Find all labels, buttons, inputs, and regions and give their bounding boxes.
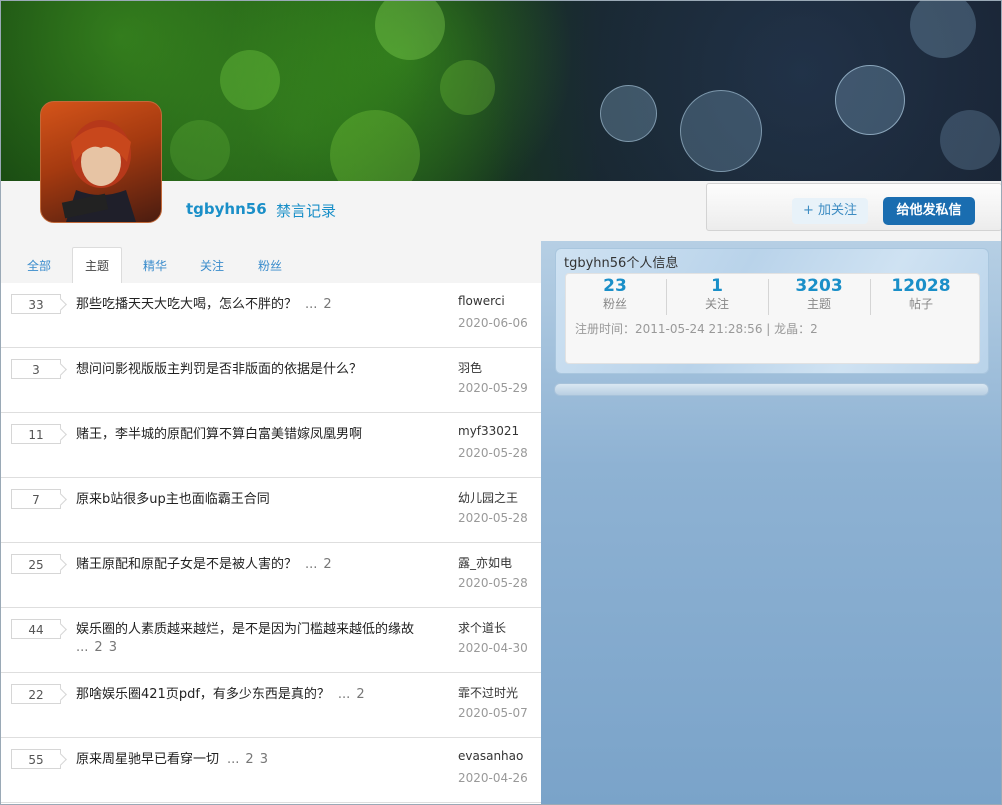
stat-fans-label: 粉丝 xyxy=(602,297,627,311)
tab-threads[interactable]: 主题 xyxy=(72,247,123,285)
reply-count: 7 xyxy=(11,489,61,509)
tab-bar: 全部 主题 精华 关注 粉丝 xyxy=(0,241,541,285)
thread-date: 2020-05-28 xyxy=(458,446,528,460)
reply-count: 22 xyxy=(11,684,61,704)
thread-date: 2020-05-28 xyxy=(458,511,528,525)
thread-title[interactable]: 赌王，李半城的原配们算不算白富美错嫁凤凰男啊 xyxy=(76,426,446,444)
thread-author[interactable]: myf33021 xyxy=(458,424,519,438)
thread-pages: ... 2 xyxy=(305,557,338,572)
thread-row: 3 想问问影视版版主判罚是否非版面的依据是什么？ 羽色 2020-05-29 xyxy=(0,348,541,413)
thread-date: 2020-06-06 xyxy=(458,316,528,330)
stat-posts-number[interactable]: 12028 xyxy=(871,276,971,296)
death-note-avatar-icon[interactable] xyxy=(40,101,162,223)
page-ellipsis: ... xyxy=(337,687,351,702)
thread-pages: ... 2 3 xyxy=(227,752,274,767)
thread-title[interactable]: 想问问影视版版主判罚是否非版面的依据是什么？ xyxy=(76,361,446,379)
reply-count: 55 xyxy=(11,749,61,769)
thread-pages: ... 2 xyxy=(305,297,338,312)
thread-author[interactable]: 羽色 xyxy=(458,359,482,376)
stat-threads-label: 主题 xyxy=(806,297,831,311)
page-link[interactable]: 2 xyxy=(356,687,364,702)
thread-row: 11 赌王，李半城的原配们算不算白富美错嫁凤凰男啊 myf33021 2020-… xyxy=(0,413,541,478)
reply-count: 3 xyxy=(11,359,61,379)
thread-title-text[interactable]: 赌王，李半城的原配们算不算白富美错嫁凤凰男啊 xyxy=(76,427,362,442)
stat-threads-number[interactable]: 3203 xyxy=(769,276,869,296)
thread-title[interactable]: 娱乐圈的人素质越来越烂，是不是因为门槛越来越低的缘故... 2 3 xyxy=(76,621,446,657)
page-link[interactable]: 3 xyxy=(109,640,117,655)
thread-date: 2020-04-30 xyxy=(458,641,528,655)
follow-button[interactable]: + 加关注 xyxy=(792,198,868,224)
thread-pages: ... 2 xyxy=(338,687,371,702)
thread-row: 25 赌王原配和原配子女是不是被人害的？... 2 露_亦如电 2020-05-2… xyxy=(0,543,541,608)
ban-record-link[interactable]: 禁言记录 xyxy=(276,200,336,221)
thread-date: 2020-05-07 xyxy=(458,706,528,720)
thread-title[interactable]: 原来周星驰早已看穿一切... 2 3 xyxy=(76,751,446,769)
page-ellipsis: ... xyxy=(76,640,89,655)
page-link[interactable]: 2 xyxy=(323,557,331,572)
thread-title-text[interactable]: 原来b站很多up主也面临霸王合同 xyxy=(76,492,270,507)
reply-count: 11 xyxy=(11,424,61,444)
thread-row: 55 原来周星驰早已看穿一切... 2 3 evasanhao 2020-04-26 xyxy=(0,738,541,803)
thread-title[interactable]: 原来b站很多up主也面临霸王合同 xyxy=(76,491,446,509)
tab-featured[interactable]: 精华 xyxy=(143,257,167,274)
tab-following[interactable]: 关注 xyxy=(200,257,224,274)
reply-count: 44 xyxy=(11,619,61,639)
thread-date: 2020-04-26 xyxy=(458,771,528,785)
thread-author[interactable]: evasanhao xyxy=(458,749,523,763)
thread-title[interactable]: 那啥娱乐圈421页pdf，有多少东西是真的？... 2 xyxy=(76,686,446,704)
stat-fans-number[interactable]: 23 xyxy=(565,276,665,296)
reply-count: 33 xyxy=(11,294,61,314)
page-ellipsis: ... xyxy=(305,297,318,312)
thread-list: 33 那些吃播天天大吃大喝，怎么不胖的？... 2 flowerci 2020-0… xyxy=(0,283,541,803)
reply-count: 25 xyxy=(11,554,61,574)
thread-author[interactable]: 幼儿园之王 xyxy=(458,489,518,506)
send-message-button[interactable]: 给他发私信 xyxy=(883,197,975,225)
thread-title-text[interactable]: 原来周星驰早已看穿一切 xyxy=(76,752,219,767)
tab-fans[interactable]: 粉丝 xyxy=(258,257,282,274)
thread-title[interactable]: 赌王原配和原配子女是不是被人害的？... 2 xyxy=(76,556,446,574)
sidebar-empty-bar xyxy=(554,383,989,396)
thread-author[interactable]: flowerci xyxy=(458,294,505,308)
thread-author[interactable]: 露_亦如电 xyxy=(458,554,512,571)
thread-author[interactable]: 求个道长 xyxy=(458,619,506,636)
thread-date: 2020-05-28 xyxy=(458,576,528,590)
page-ellipsis: ... xyxy=(227,752,240,767)
thread-title-text[interactable]: 那些吃播天天大吃大喝，怎么不胖的？ xyxy=(76,297,297,312)
stat-posts-label: 帖子 xyxy=(908,297,933,311)
page-link[interactable]: 2 xyxy=(245,752,253,767)
user-info-title: tgbyhn56个人信息 xyxy=(564,256,679,271)
thread-title-text[interactable]: 赌王原配和原配子女是不是被人害的？ xyxy=(76,557,297,572)
username[interactable]: tgbyhn56 xyxy=(186,200,267,218)
stat-following-number[interactable]: 1 xyxy=(667,276,767,296)
thread-row: 7 原来b站很多up主也面临霸王合同 幼儿园之王 2020-05-28 xyxy=(0,478,541,543)
thread-row: 22 那啥娱乐圈421页pdf，有多少东西是真的？... 2 霏不过时光 2020… xyxy=(0,673,541,738)
stat-following[interactable]: 1 关注 xyxy=(667,276,767,312)
thread-author[interactable]: 霏不过时光 xyxy=(458,684,518,701)
page-ellipsis: ... xyxy=(305,557,318,572)
page-link[interactable]: 2 xyxy=(94,640,102,655)
page-link[interactable]: 3 xyxy=(260,752,268,767)
stat-posts[interactable]: 12028 帖子 xyxy=(871,276,971,312)
register-info: 注册时间：2011-05-24 21:28:56 | 龙晶：2 xyxy=(575,322,818,336)
page-link[interactable]: 2 xyxy=(323,297,331,312)
stat-following-label: 关注 xyxy=(704,297,729,311)
thread-title-text[interactable]: 想问问影视版版主判罚是否非版面的依据是什么？ xyxy=(76,362,362,377)
thread-title-text[interactable]: 娱乐圈的人素质越来越烂，是不是因为门槛越来越低的缘故 xyxy=(76,622,414,637)
tab-all[interactable]: 全部 xyxy=(27,257,51,274)
stat-fans[interactable]: 23 粉丝 xyxy=(565,276,665,312)
thread-pages: ... 2 3 xyxy=(76,639,446,657)
thread-title[interactable]: 那些吃播天天大吃大喝，怎么不胖的？... 2 xyxy=(76,296,446,314)
thread-title-text[interactable]: 那啥娱乐圈421页pdf，有多少东西是真的？ xyxy=(76,687,330,702)
thread-date: 2020-05-29 xyxy=(458,381,528,395)
thread-row: 44 娱乐圈的人素质越来越烂，是不是因为门槛越来越低的缘故... 2 3 求个道长 … xyxy=(0,608,541,673)
thread-row: 33 那些吃播天天大吃大喝，怎么不胖的？... 2 flowerci 2020-0… xyxy=(0,283,541,348)
stat-threads[interactable]: 3203 主题 xyxy=(769,276,869,312)
avatar-illustration xyxy=(61,120,136,222)
